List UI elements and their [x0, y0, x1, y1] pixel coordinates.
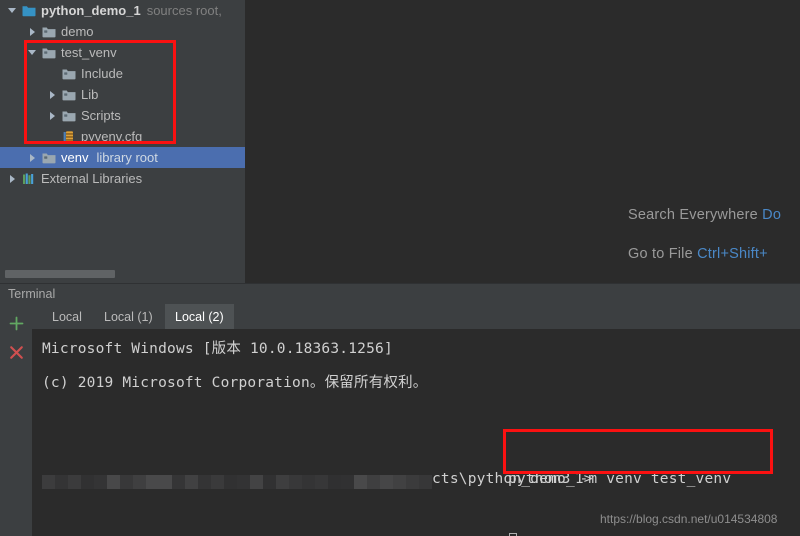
close-x-icon[interactable] [8, 344, 25, 361]
chevron-right-icon[interactable] [47, 89, 58, 100]
project-tree: python_demo_1 sources root, demo test_venv I… [0, 0, 245, 189]
ide-window: Search Everywhere Do Go to File Ctrl+Shi… [0, 0, 800, 536]
tree-node-pyvenv-cfg[interactable]: pyvenv.cfg [0, 126, 245, 147]
folder-icon [41, 150, 57, 166]
console-command: python3 -m venv test_venv [508, 471, 732, 487]
terminal-header: Terminal [0, 283, 800, 304]
tree-node-label: Lib [81, 87, 99, 102]
chevron-right-icon[interactable] [27, 152, 38, 163]
tree-node-label: python_demo_1 [41, 3, 141, 18]
hint-go-to-file: Go to File Ctrl+Shift+ [628, 246, 768, 262]
tree-node-label: External Libraries [41, 171, 143, 186]
libraries-icon [21, 171, 37, 187]
chevron-right-icon[interactable] [47, 110, 58, 121]
hint-go-to-file-label: Go to File [628, 246, 693, 262]
tree-node-label: test_venv [61, 45, 117, 60]
chevron-down-icon[interactable] [7, 5, 18, 16]
console-line-copyright: (c) 2019 Microsoft Corporation。保留所有权利。 [42, 375, 428, 391]
chevron-down-icon[interactable] [27, 47, 38, 58]
chevron-right-icon[interactable] [27, 26, 38, 37]
terminal-tab-local[interactable]: Local [42, 304, 92, 329]
config-file-icon [61, 129, 77, 145]
plus-icon[interactable] [8, 315, 25, 332]
tree-node-label: Scripts [81, 108, 121, 123]
watermark: https://blog.csdn.net/u014534808 [600, 512, 778, 526]
terminal-tab-local-2-[interactable]: Local (2) [165, 304, 234, 329]
tree-node-label: Include [81, 66, 123, 81]
tree-node-demo[interactable]: demo [0, 21, 245, 42]
terminal-panel: Terminal Local Local (1) Local (2) Microso… [0, 283, 800, 536]
hint-search-everywhere: Search Everywhere Do [628, 207, 781, 223]
terminal-toolbar [0, 304, 32, 536]
tree-node-lib[interactable]: Lib [0, 84, 245, 105]
folder-icon [41, 24, 57, 40]
folder-icon [41, 45, 57, 61]
tree-node-scripts[interactable]: Scripts [0, 105, 245, 126]
folder-icon [61, 66, 77, 82]
tree-node-include[interactable]: Include [0, 63, 245, 84]
tree-node-python-demo-1[interactable]: python_demo_1 sources root, [0, 0, 245, 21]
tree-node-venv[interactable]: venv library root [0, 147, 245, 168]
tree-node-label: pyvenv.cfg [81, 129, 143, 144]
tree-node-external-libraries[interactable]: External Libraries [0, 168, 245, 189]
chevron-right-icon[interactable] [7, 173, 18, 184]
project-tool-window: python_demo_1 sources root, demo test_venv I… [0, 0, 245, 283]
tree-node-annotation: library root [96, 150, 158, 165]
hint-search-everywhere-shortcut: Do [762, 207, 782, 223]
redacted-path-block [42, 475, 432, 489]
terminal-title: Terminal [8, 287, 56, 301]
hint-search-everywhere-label: Search Everywhere [628, 207, 758, 223]
tree-node-annotation: sources root, [146, 3, 222, 18]
tree-node-test-venv[interactable]: test_venv [0, 42, 245, 63]
terminal-console[interactable]: Microsoft Windows [版本 10.0.18363.1256] (… [32, 329, 800, 536]
console-line-version: Microsoft Windows [版本 10.0.18363.1256] [42, 341, 393, 357]
terminal-tab-strip: Local Local (1) Local (2) [32, 304, 800, 329]
terminal-tab-local-1-[interactable]: Local (1) [94, 304, 163, 329]
folder-module-icon [21, 3, 37, 19]
tree-node-label: demo [61, 24, 94, 39]
editor-area [245, 0, 800, 283]
tree-node-label: venv [61, 150, 89, 165]
hint-go-to-file-shortcut: Ctrl+Shift+ [697, 246, 768, 262]
sidebar-hscrollbar-thumb[interactable] [5, 270, 115, 278]
folder-icon [61, 87, 77, 103]
folder-icon [61, 108, 77, 124]
